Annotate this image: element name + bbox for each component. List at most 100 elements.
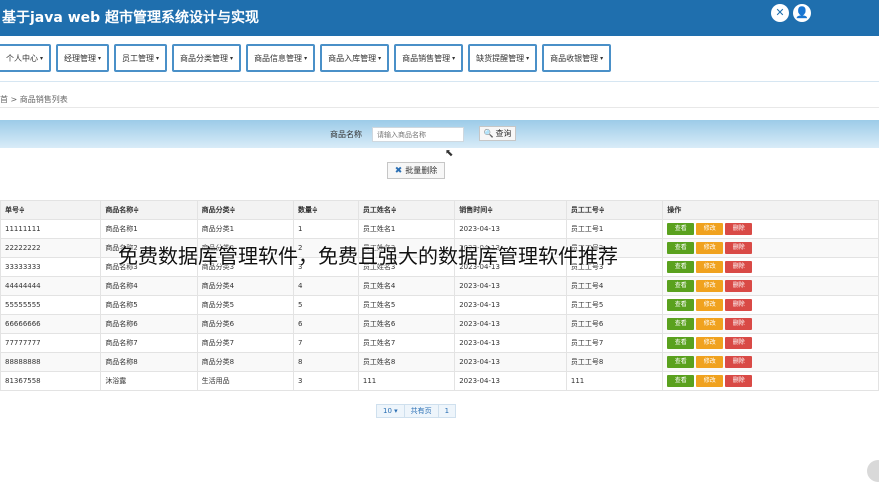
view-button[interactable]: 查看 xyxy=(667,261,695,273)
row-actions: 查看 修改 删除 xyxy=(662,352,879,372)
table-cell: 商品分类4 xyxy=(196,276,295,296)
chevron-down-icon: ▾ xyxy=(600,54,604,62)
table-cell: 员工工号7 xyxy=(565,333,664,353)
page-number[interactable]: 1 xyxy=(439,405,455,417)
table-cell: 商品分类1 xyxy=(196,219,295,239)
menu-item-1[interactable]: 经理管理 ▾ xyxy=(56,44,110,72)
menu-item-5[interactable]: 商品入库管理 ▾ xyxy=(320,44,390,72)
menu-item-8[interactable]: 商品收银管理 ▾ xyxy=(542,44,612,72)
menu-list: 个人中心 ▾ 经理管理 ▾ 员工管理 ▾ 商品分类管理 ▾ 商品信息管理 ▾ 商品入库管理 ▾ 商品销售… xyxy=(0,44,612,72)
view-button[interactable]: 查看 xyxy=(667,299,695,311)
edit-button[interactable]: 修改 xyxy=(696,280,724,292)
edit-button[interactable]: 修改 xyxy=(696,299,724,311)
menu-item-7[interactable]: 缺货提醒管理 ▾ xyxy=(468,44,538,72)
batch-delete-button[interactable]: ✖ 批量删除 xyxy=(387,162,445,179)
table-cell: 5 xyxy=(293,295,359,315)
main-menu: 个人中心 ▾ 经理管理 ▾ 员工管理 ▾ 商品分类管理 ▾ 商品信息管理 ▾ 商品入库管理 ▾ 商品销售… xyxy=(0,36,879,82)
table-cell: 员工姓名6 xyxy=(357,314,456,334)
column-header[interactable]: 单号≑ xyxy=(0,200,102,220)
table-row: 55555555 商品名称5 商品分类5 5 员工姓名5 2023-04-13 员工工号5 查… xyxy=(0,295,879,315)
search-button[interactable]: 🔍 查询 xyxy=(479,126,516,141)
edit-button[interactable]: 修改 xyxy=(696,223,724,235)
view-button[interactable]: 查看 xyxy=(667,318,695,330)
table-cell: 8 xyxy=(293,352,359,372)
view-button[interactable]: 查看 xyxy=(667,242,695,254)
column-header[interactable]: 销售时间≑ xyxy=(454,200,567,220)
delete-button[interactable]: 删除 xyxy=(725,261,753,273)
table-cell: 员工姓名8 xyxy=(357,352,456,372)
menu-item-2[interactable]: 员工管理 ▾ xyxy=(114,44,168,72)
edit-button[interactable]: 修改 xyxy=(696,318,724,330)
column-header[interactable]: 员工工号≑ xyxy=(565,200,664,220)
table-cell: 商品名称7 xyxy=(100,333,198,353)
app-title: 基于java web 超市管理系统设计与实现 xyxy=(2,10,260,26)
column-header[interactable]: 商品名称≑ xyxy=(100,200,198,220)
delete-button[interactable]: 删除 xyxy=(725,337,753,349)
column-header[interactable]: 数量≑ xyxy=(293,200,359,220)
table-cell: 商品分类7 xyxy=(196,333,295,353)
table-cell: 商品名称5 xyxy=(100,295,198,315)
view-button[interactable]: 查看 xyxy=(667,337,695,349)
table-row: 44444444 商品名称4 商品分类4 4 员工姓名4 2023-04-13 员工工号4 查… xyxy=(0,276,879,296)
chevron-down-icon: ▾ xyxy=(98,54,102,62)
table-cell: 4 xyxy=(293,276,359,296)
table-cell: 员工工号8 xyxy=(565,352,664,372)
settings-icon[interactable]: ✕ xyxy=(771,4,789,22)
watermark-text: 免费数据库管理软件，免费且强大的数据库管理软件推荐 xyxy=(118,244,618,268)
table-cell: 员工工号4 xyxy=(565,276,664,296)
view-button[interactable]: 查看 xyxy=(667,375,695,387)
column-header[interactable]: 员工姓名≑ xyxy=(357,200,456,220)
menu-item-6[interactable]: 商品销售管理 ▾ xyxy=(394,44,464,72)
delete-button[interactable]: 删除 xyxy=(725,356,753,368)
menu-item-3[interactable]: 商品分类管理 ▾ xyxy=(172,44,242,72)
table-cell: 1 xyxy=(293,219,359,239)
table-cell: 2023-04-13 xyxy=(454,276,567,296)
delete-button[interactable]: 删除 xyxy=(725,223,753,235)
chevron-down-icon: ▾ xyxy=(452,54,456,62)
delete-button[interactable]: 删除 xyxy=(725,318,753,330)
edit-button[interactable]: 修改 xyxy=(696,375,724,387)
user-icon[interactable]: 👤 xyxy=(793,4,811,22)
table-cell: 员工姓名5 xyxy=(357,295,456,315)
edit-button[interactable]: 修改 xyxy=(696,337,724,349)
view-button[interactable]: 查看 xyxy=(667,280,695,292)
menu-item-label: 商品信息管理 xyxy=(254,53,303,63)
column-header[interactable]: 商品分类≑ xyxy=(196,200,295,220)
view-button[interactable]: 查看 xyxy=(667,356,695,368)
search-input[interactable] xyxy=(372,127,464,142)
chevron-down-icon: ▾ xyxy=(40,54,44,62)
view-button[interactable]: 查看 xyxy=(667,223,695,235)
table-cell: 商品分类6 xyxy=(196,314,295,334)
mouse-cursor-icon: ⬉ xyxy=(445,148,454,159)
table-cell: 44444444 xyxy=(0,276,102,296)
table-cell: 111 xyxy=(565,371,664,391)
menu-item-label: 商品分类管理 xyxy=(180,53,229,63)
table-cell: 6 xyxy=(293,314,359,334)
table-cell: 商品名称1 xyxy=(100,219,198,239)
table-cell: 55555555 xyxy=(0,295,102,315)
delete-button[interactable]: 删除 xyxy=(725,242,753,254)
table-cell: 沐浴露 xyxy=(100,371,198,391)
table-cell: 88888888 xyxy=(0,352,102,372)
menu-item-label: 缺货提醒管理 xyxy=(476,53,525,63)
page-size-select[interactable]: 10 ▾ xyxy=(377,405,405,417)
sales-table: 单号≑ 商品名称≑ 商品分类≑ 数量≑ 员工姓名≑ 销售时间≑ 员工工号≑ 操作 111111… xyxy=(0,200,879,391)
edit-button[interactable]: 修改 xyxy=(696,242,724,254)
menu-item-label: 商品入库管理 xyxy=(328,53,377,63)
chevron-down-icon: ▾ xyxy=(304,54,308,62)
delete-button[interactable]: 删除 xyxy=(725,280,753,292)
column-header[interactable]: 操作 xyxy=(662,200,879,220)
edit-button[interactable]: 修改 xyxy=(696,261,724,273)
table-cell: 2023-04-13 xyxy=(454,219,567,239)
delete-button[interactable]: 删除 xyxy=(725,299,753,311)
table-cell: 2023-04-13 xyxy=(454,352,567,372)
table-cell: 11111111 xyxy=(0,219,102,239)
menu-item-0[interactable]: 个人中心 ▾ xyxy=(0,44,52,72)
edit-button[interactable]: 修改 xyxy=(696,356,724,368)
table-cell: 员工姓名4 xyxy=(357,276,456,296)
menu-item-4[interactable]: 商品信息管理 ▾ xyxy=(246,44,316,72)
search-label: 商品名称 xyxy=(330,130,362,139)
table-row: 77777777 商品名称7 商品分类7 7 员工姓名7 2023-04-13 员工工号7 查… xyxy=(0,333,879,353)
table-cell: 33333333 xyxy=(0,257,102,277)
delete-button[interactable]: 删除 xyxy=(725,375,753,387)
